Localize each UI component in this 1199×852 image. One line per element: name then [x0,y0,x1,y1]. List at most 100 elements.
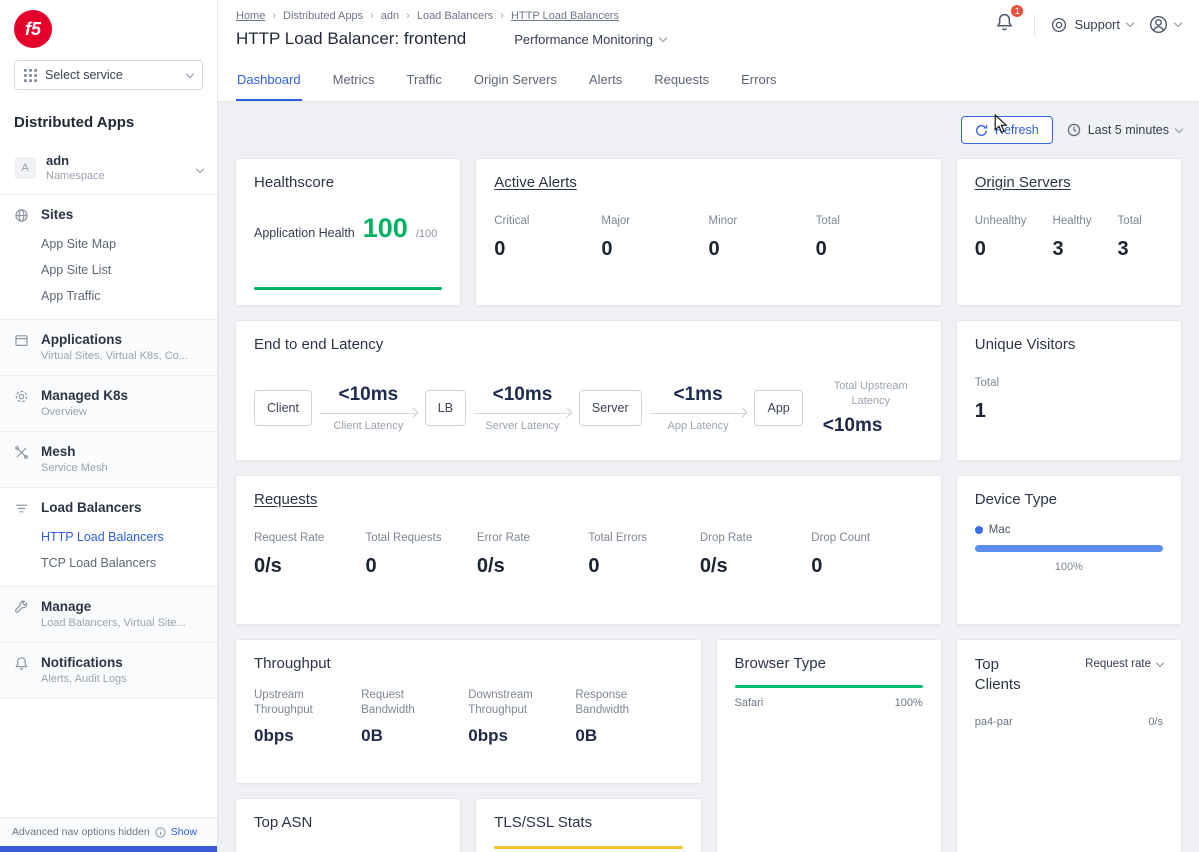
support-label: Support [1074,17,1120,32]
chevron-down-icon [1156,658,1164,666]
active-alerts-card: Active Alerts Critical 0 Major 0 Minor 0 [475,158,942,306]
stat-label: Drop Rate [700,532,811,544]
sidebar-footer-text: Advanced nav options hidden [12,826,150,838]
requests-card: Requests Request Rate 0/s Total Requests… [235,475,942,625]
healthscore-value: 100 [363,213,408,244]
namespace-name: adn [46,153,105,168]
tab-dashboard[interactable]: Dashboard [236,60,302,101]
tab-metrics[interactable]: Metrics [332,60,376,101]
sidebar-section-sites: Sites App Site Map App Site List App Tra… [0,195,217,320]
healthscore-bar [254,287,442,290]
breadcrumb-adn[interactable]: adn [381,10,399,22]
stat-value: 0bps [468,726,565,746]
device-type-bar [975,545,1163,552]
stat-minor: Minor 0 [709,215,816,261]
f5-logo[interactable]: f5 [14,10,52,48]
stat-label: Minor [709,215,816,227]
browser-type-card: Browser Type Safari 100% [716,639,942,852]
tab-origin-servers[interactable]: Origin Servers [473,60,558,101]
stat-label: Total [816,215,923,227]
breadcrumb-load-balancers[interactable]: Load Balancers [417,10,493,22]
toolbar: Refresh Last 5 minutes [235,116,1182,144]
requests-stats: Request Rate 0/s Total Requests 0 Error … [254,532,923,578]
app-window: f5 Select service Distributed Apps A adn… [0,0,1199,852]
origin-servers-link[interactable]: Origin Servers [975,174,1163,191]
tab-requests[interactable]: Requests [653,60,710,101]
stat-label: Response Bandwidth [575,688,672,718]
refresh-button[interactable]: Refresh [961,116,1053,144]
sidebar-item-tcp-load-balancers[interactable]: TCP Load Balancers [0,550,217,576]
breadcrumb-home[interactable]: Home [236,10,265,22]
support-dropdown[interactable]: Support [1051,17,1133,33]
page-title: HTTP Load Balancer: frontend [236,29,466,49]
unique-visitors-label: Total [975,377,1163,389]
sidebar-item-sublabel: Alerts, Audit Logs [41,673,127,685]
stat-critical: Critical 0 [494,215,601,261]
tab-traffic[interactable]: Traffic [406,60,443,101]
tab-alerts[interactable]: Alerts [588,60,623,101]
requests-link[interactable]: Requests [254,491,923,508]
stat-drop-count: Drop Count 0 [811,532,922,578]
healthscore-metric: Application Health 100 /100 [254,213,442,244]
stat-label: Request Rate [254,532,365,544]
stat-value: 0 [709,238,816,261]
time-range-dropdown[interactable]: Last 5 minutes [1067,123,1182,137]
latency-node-lb: LB [425,390,466,426]
card-title: Top Clients [975,655,1033,694]
sidebar-item-app-traffic[interactable]: App Traffic [0,283,217,309]
applications-icon [14,333,30,353]
refresh-icon [975,124,988,137]
stat-label: Request Bandwidth [361,688,458,718]
logo-row: f5 [0,0,217,54]
sidebar-item-app-site-list[interactable]: App Site List [0,257,217,283]
main-area: Home › Distributed Apps › adn › Load Bal… [218,0,1199,852]
performance-monitoring-dropdown[interactable]: Performance Monitoring [514,32,666,47]
client-name: pa4-par [975,716,1013,728]
latency-value: <10ms [318,384,419,406]
sidebar-item-sites[interactable]: Sites [0,204,217,231]
active-alerts-link[interactable]: Active Alerts [494,174,923,191]
latency-value: <10ms [472,384,573,406]
notification-badge: 1 [1009,3,1025,19]
dashboard-content: Refresh Last 5 minutes Healthscore Appli… [218,102,1199,852]
tab-errors[interactable]: Errors [740,60,777,101]
latency-label: App Latency [648,420,749,432]
namespace-selector[interactable]: A adn Namespace [0,143,217,195]
sidebar-item-label: Notifications [41,655,127,670]
client-rate: 0/s [1148,716,1163,728]
stat-label: Total Errors [588,532,699,544]
card-title: Healthscore [254,174,442,191]
breadcrumb-distributed-apps[interactable]: Distributed Apps [283,10,363,22]
sidebar-item-applications[interactable]: Applications Virtual Sites, Virtual K8s,… [0,329,217,365]
sidebar-item-manage[interactable]: Manage Load Balancers, Virtual Site... [0,596,217,632]
notifications-button[interactable]: 1 [991,10,1018,39]
manage-icon [14,600,30,620]
sidebar-item-load-balancers[interactable]: Load Balancers [0,497,217,524]
chevron-down-icon [659,33,667,41]
sidebar-item-mesh[interactable]: Mesh Service Mesh [0,441,217,477]
latency-node-app: App [754,390,802,426]
tls-ssl-stats-card: TLS/SSL Stats [475,798,701,852]
service-selector[interactable]: Select service [14,60,203,90]
sidebar-item-app-site-map[interactable]: App Site Map [0,231,217,257]
chevron-down-icon [1175,124,1183,132]
top-clients-card: Top Clients Request rate pa4-par 0/s [956,639,1182,852]
sidebar-section-notifications: Notifications Alerts, Audit Logs [0,643,217,699]
sidebar-item-notifications[interactable]: Notifications Alerts, Audit Logs [0,652,217,688]
sidebar-item-http-load-balancers[interactable]: HTTP Load Balancers [0,524,217,550]
stat-label: Total [1118,215,1142,227]
sidebar-section-mesh: Mesh Service Mesh [0,432,217,488]
top-clients-metric-dropdown[interactable]: Request rate [1085,658,1163,670]
top-bar: Home › Distributed Apps › adn › Load Bal… [218,0,1199,60]
latency-segment-client: <10ms Client Latency [312,384,425,432]
top-clients-header: Top Clients Request rate [975,655,1163,694]
latency-card: End to end Latency Client <10ms Client L… [235,320,942,461]
breadcrumb-http-load-balancers[interactable]: HTTP Load Balancers [511,10,619,22]
stat-value: 0/s [700,555,811,578]
stat-value: 0 [975,238,1027,261]
sidebar-item-managed-k8s[interactable]: Managed K8s Overview [0,385,217,421]
browser-percent: 100% [895,697,923,709]
account-dropdown[interactable] [1149,15,1181,34]
stat-label: Unhealthy [975,215,1027,227]
show-nav-options-link[interactable]: Show [171,826,197,838]
